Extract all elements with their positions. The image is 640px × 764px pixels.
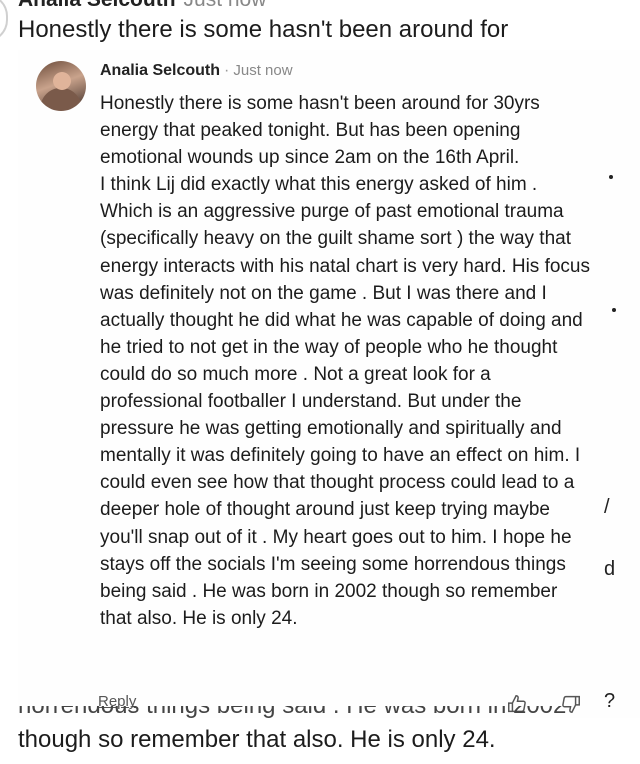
background-edge-glyph: d — [604, 558, 616, 580]
comment-body: Honestly there is some hasn't been aroun… — [100, 90, 592, 632]
comment-paragraph: Honestly there is some hasn't been aroun… — [100, 93, 540, 169]
background-author-name: Analia Selcouth — [18, 0, 176, 11]
background-edge-glyph: / — [604, 496, 610, 518]
background-timestamp: Just now — [184, 0, 267, 11]
comment-paragraph: I think Lij did exactly what this energy… — [100, 174, 590, 629]
background-comment-text: Honestly there is some hasn't been aroun… — [18, 16, 509, 43]
avatar[interactable] — [36, 61, 86, 111]
avatar-edge-ring — [0, 0, 8, 42]
background-comment-last-line: though so remember that also. He is only… — [18, 726, 496, 753]
background-dot — [609, 175, 613, 179]
header-separator: · — [224, 62, 230, 79]
comment-header: Analia Selcouth · Just now — [100, 62, 293, 80]
author-name[interactable]: Analia Selcouth — [100, 62, 220, 79]
background-partial-text: horrendous things being said . He was bo… — [18, 706, 566, 720]
background-author-line: Analia Selcouth Just now — [18, 0, 266, 12]
comment-popup: Analia Selcouth · Just now Honestly there … — [18, 50, 640, 718]
background-partial-line: horrendous things being said . He was bo… — [18, 706, 618, 720]
background-dot — [612, 308, 616, 312]
comment-timestamp: Just now — [233, 62, 293, 79]
